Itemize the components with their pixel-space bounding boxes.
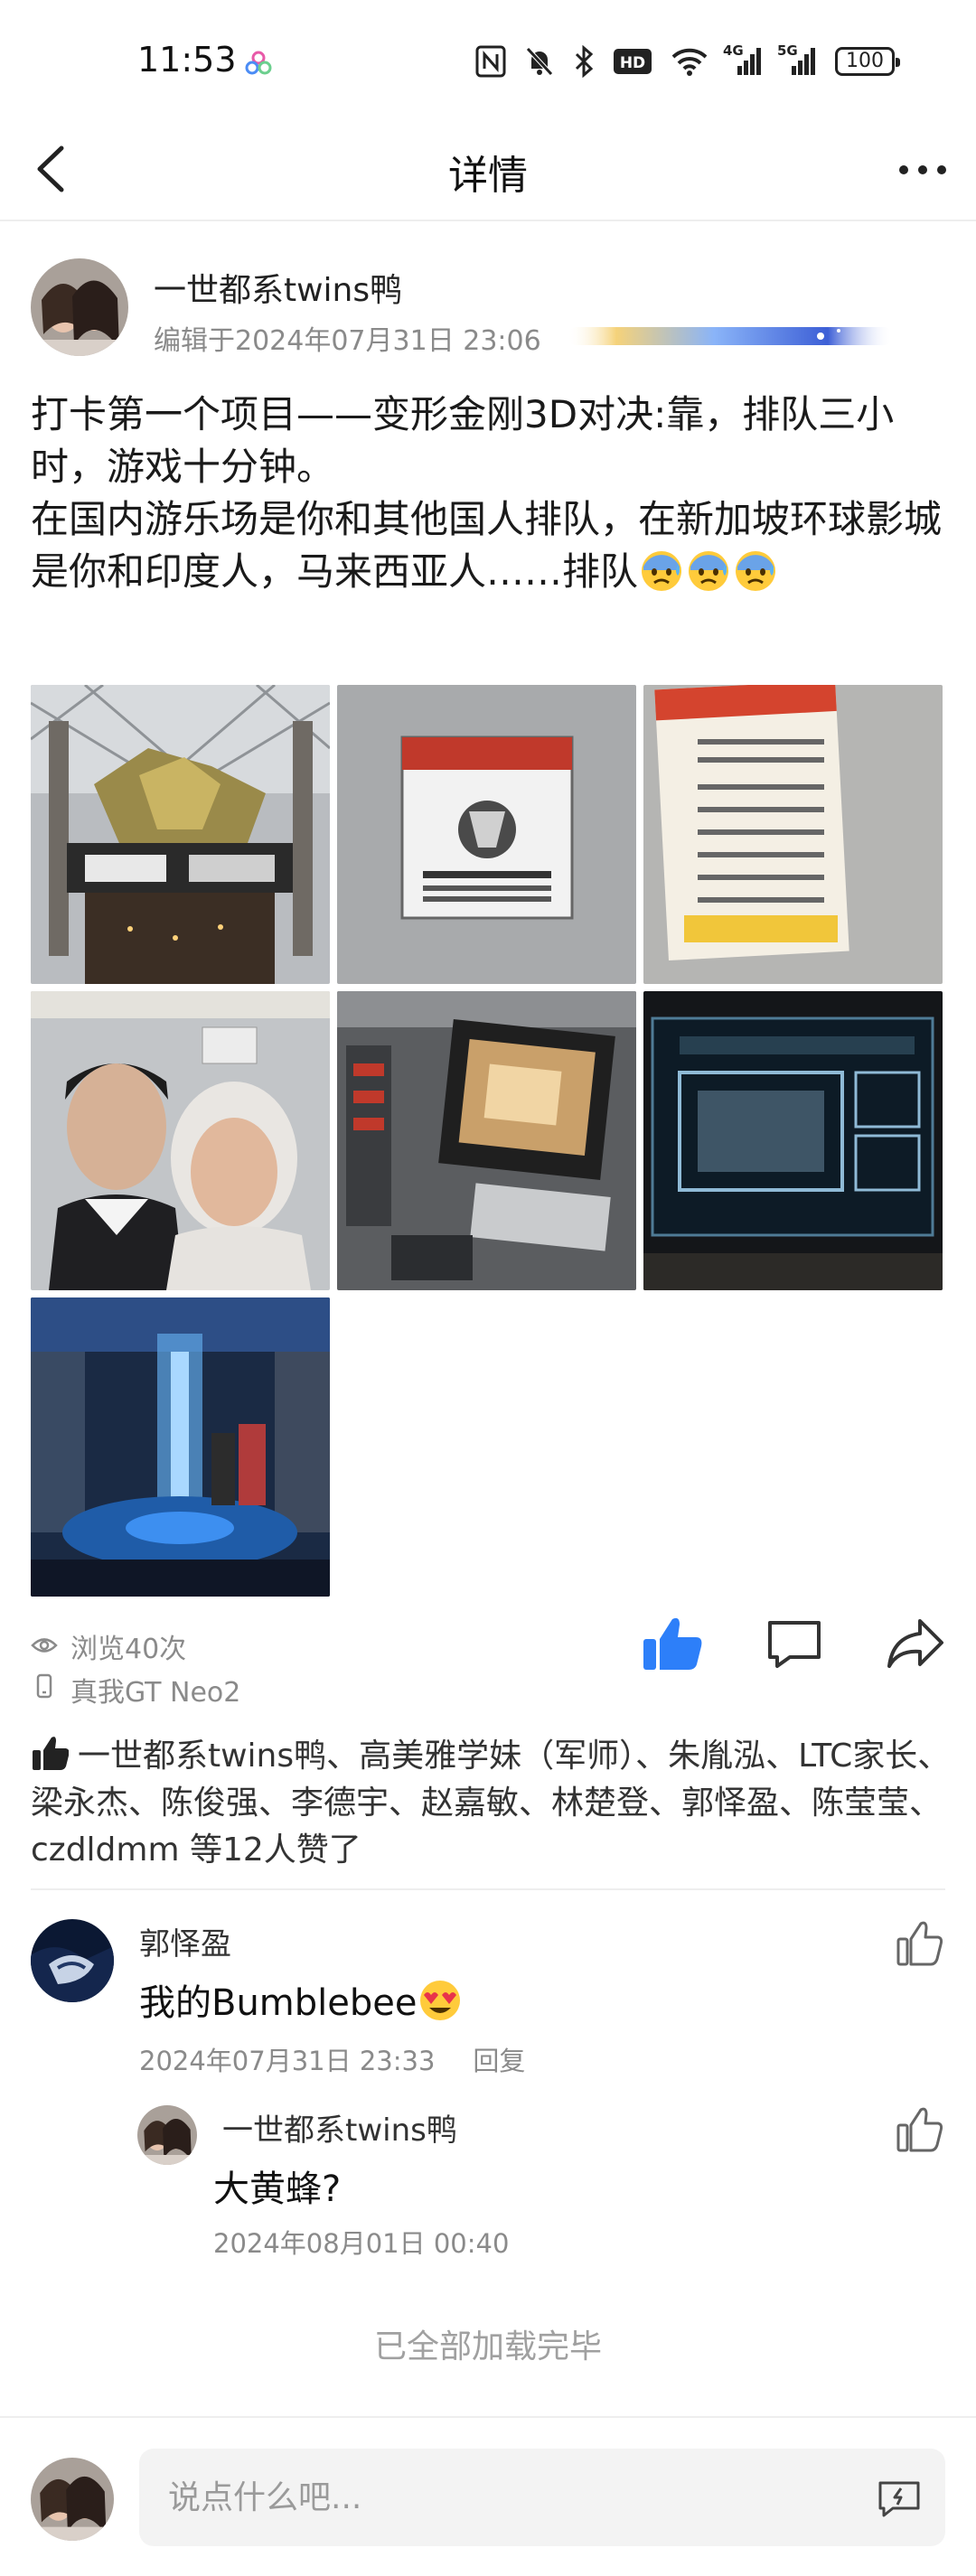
post-author-avatar[interactable]: [31, 258, 128, 356]
post-edited-time: 编辑于2024年07月31日 23:06: [154, 325, 541, 357]
control-panel-screen-photo[interactable]: [337, 991, 636, 1290]
monitor-screen-photo[interactable]: [643, 991, 943, 1290]
reply-button[interactable]: 回复: [473, 2046, 525, 2076]
nav-bar: 详情: [0, 117, 976, 221]
battery-icon: 100: [835, 47, 900, 76]
view-count-label: 浏览40次: [70, 1634, 187, 1665]
comment-author-name[interactable]: 郭怿盈: [139, 1919, 231, 1963]
blue-lit-room-photo[interactable]: [31, 1297, 330, 1597]
page-title: 详情: [448, 153, 528, 199]
signal-4g-icon: 4G: [723, 42, 763, 77]
post-content: 打卡第一个项目——变形金刚3D对决:靠，排队三小时，游戏十分钟。 在国内游乐场是…: [31, 389, 953, 598]
wifi-icon: [671, 46, 709, 77]
status-bar: 11:53 HD 4G 5G 100: [0, 0, 976, 117]
anxious-sweat-face-emoji: [732, 547, 779, 594]
comment-time: 2024年07月31日 23:33: [139, 2046, 436, 2076]
app-notification-icon: [244, 49, 273, 78]
comment-text-content: 我的Bumblebee: [139, 1982, 418, 2024]
comment-icon[interactable]: [765, 1617, 824, 1672]
divider: [31, 1888, 945, 1890]
photo-grid: [31, 685, 943, 1597]
reply-author-avatar[interactable]: [137, 2105, 197, 2165]
bottom-comment-bar: [0, 2416, 976, 2576]
phone-icon: [31, 1672, 58, 1707]
share-icon[interactable]: [886, 1616, 945, 1672]
svg-text:HD: HD: [620, 54, 645, 72]
thumbs-up-icon: [31, 1734, 70, 1772]
view-count: 浏览40次: [31, 1626, 186, 1666]
comment-input[interactable]: [139, 2449, 945, 2546]
status-time: 11:53: [137, 40, 237, 80]
eye-icon: [31, 1631, 58, 1663]
heart-eyes-emoji: [417, 1977, 464, 2024]
selfie-two-people-photo[interactable]: [31, 991, 330, 1290]
device-label: 真我GT Neo2: [70, 1677, 241, 1709]
silent-bell-icon: [524, 45, 555, 78]
signal-5g-icon: 5G: [777, 42, 817, 77]
restricted-area-sign-photo[interactable]: [337, 685, 636, 984]
reply-time: 2024年08月01日 00:40: [213, 2228, 510, 2259]
more-dots-icon[interactable]: [891, 145, 954, 195]
warning-sign-photo[interactable]: [643, 685, 943, 984]
comment-meta: 2024年07月31日 23:33 回复: [139, 2040, 525, 2078]
like-button-icon[interactable]: [640, 1614, 705, 1673]
all-loaded-label: 已全部加载完毕: [373, 2328, 602, 2365]
device-info: 真我GT Neo2: [31, 1670, 240, 1710]
decorative-badge: [568, 318, 893, 354]
transformers-ride-entrance-photo[interactable]: [31, 685, 330, 984]
comment-author-avatar[interactable]: [31, 1919, 114, 2002]
nfc-icon: [475, 45, 506, 78]
comment-text: 我的Bumblebee: [139, 1973, 464, 2026]
quick-reply-icon[interactable]: [877, 2479, 922, 2517]
hd-icon: HD: [613, 47, 652, 76]
reply-like-icon[interactable]: [895, 2105, 943, 2154]
likes-text: 一世都系twins鸭、高美雅学妹（军师）、朱胤泓、LTC家长、梁永杰、陈俊强、李…: [31, 1738, 951, 1869]
comment-like-icon[interactable]: [895, 1919, 943, 1968]
post-author-name[interactable]: 一世都系twins鸭: [154, 264, 402, 311]
post-text-line2: 在国内游乐场是你和其他国人排队，在新加坡环球影城是你和印度人，马来西亚人……排队: [31, 497, 943, 594]
anxious-sweat-face-emoji: [685, 547, 732, 594]
status-icons: HD 4G 5G 100: [475, 42, 900, 80]
likes-list: 一世都系twins鸭、高美雅学妹（军师）、朱胤泓、LTC家长、梁永杰、陈俊强、李…: [31, 1733, 953, 1874]
anxious-sweat-face-emoji: [638, 547, 685, 594]
reply-author-name[interactable]: 一世都系twins鸭: [222, 2105, 457, 2150]
post-text-line1: 打卡第一个项目——变形金刚3D对决:靠，排队三小时，游戏十分钟。: [31, 392, 895, 489]
current-user-avatar: [31, 2458, 114, 2541]
network-5g-label: 5G: [777, 42, 798, 59]
network-4g-label: 4G: [723, 42, 744, 59]
bluetooth-icon: [573, 45, 595, 78]
reply-text: 大黄蜂?: [213, 2169, 342, 2210]
